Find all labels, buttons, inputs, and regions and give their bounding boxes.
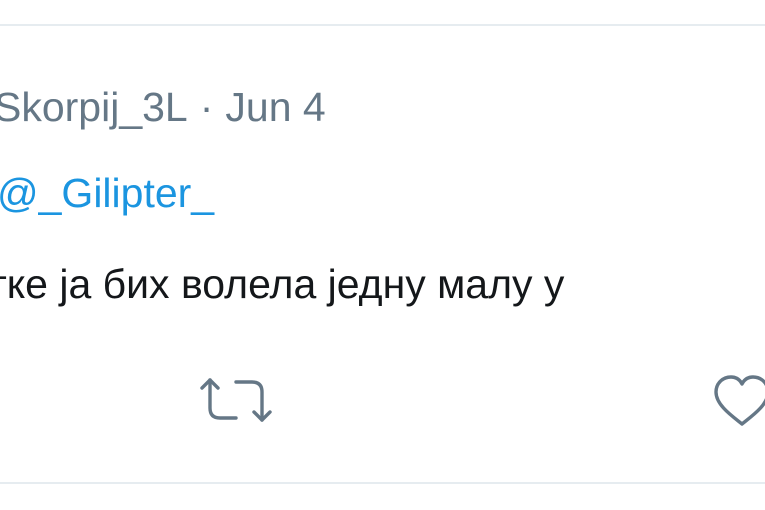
header-separator: · bbox=[199, 84, 214, 130]
heart-icon bbox=[714, 375, 765, 426]
retweet-icon bbox=[200, 378, 272, 422]
user-handle[interactable]: Skorpij_3L bbox=[0, 84, 188, 130]
like-button[interactable] bbox=[708, 372, 765, 430]
reply-mention-link[interactable]: @_Gilipter_ bbox=[0, 168, 214, 218]
bottom-divider bbox=[0, 482, 765, 484]
tweet-text: тке ја бих волела једну малу у bbox=[0, 261, 565, 307]
tweet-header: Skorpij_3L · Jun 4 bbox=[0, 82, 326, 132]
retweet-button[interactable] bbox=[196, 374, 276, 426]
tweet-date[interactable]: Jun 4 bbox=[225, 84, 325, 130]
tweet-card: Skorpij_3L · Jun 4 @_Gilipter_ тке ја бих … bbox=[0, 0, 765, 510]
top-divider bbox=[0, 24, 765, 26]
